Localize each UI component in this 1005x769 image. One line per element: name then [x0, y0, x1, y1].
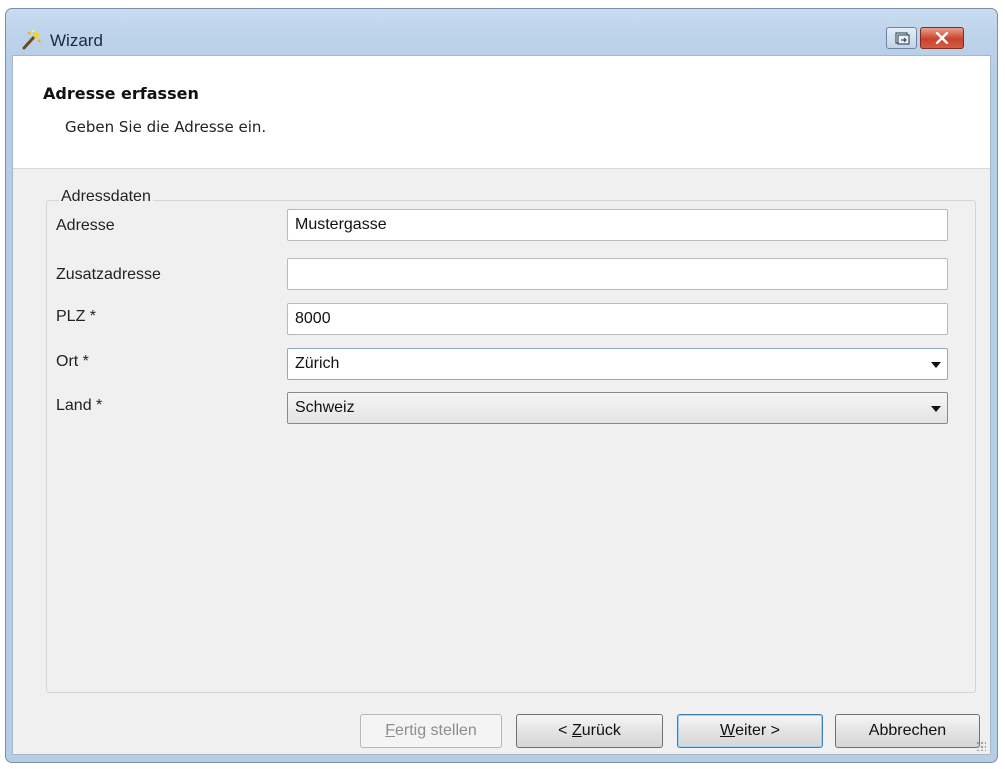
city-label: Ort * — [56, 353, 89, 370]
restore-icon — [894, 32, 910, 45]
country-combobox[interactable]: Schweiz — [287, 392, 948, 424]
address-input[interactable]: Mustergasse — [287, 209, 948, 241]
page-title: Adresse erfassen — [43, 84, 199, 103]
back-button[interactable]: < Zurück — [516, 714, 663, 748]
close-button[interactable] — [920, 27, 964, 49]
city-combobox[interactable]: Zürich — [287, 348, 948, 380]
wizard-client-area: Adresse erfassen Geben Sie die Adresse e… — [12, 55, 991, 755]
additional-address-label: Zusatzadresse — [56, 266, 161, 283]
magic-wand-icon — [22, 30, 41, 50]
next-button[interactable]: Weiter > — [677, 714, 823, 748]
country-label: Land * — [56, 397, 103, 414]
groupbox-legend: Adressdaten — [59, 188, 153, 206]
chevron-down-icon[interactable] — [931, 406, 941, 412]
country-value: Schweiz — [295, 399, 355, 416]
postal-code-label: PLZ * — [56, 308, 97, 325]
postal-code-input[interactable]: 8000 — [287, 303, 948, 335]
window-title: Wizard — [50, 31, 103, 50]
chevron-down-icon[interactable] — [931, 362, 941, 368]
address-label: Adresse — [56, 217, 115, 234]
wizard-header: Adresse erfassen Geben Sie die Adresse e… — [13, 56, 990, 169]
city-value: Zürich — [295, 355, 340, 372]
close-icon — [935, 32, 949, 44]
finish-button[interactable]: Fertig stellen — [360, 714, 502, 748]
additional-address-input[interactable] — [287, 258, 948, 290]
cancel-button[interactable]: Abbrechen — [835, 714, 980, 748]
restore-button[interactable] — [886, 27, 917, 49]
resize-grip[interactable] — [976, 741, 986, 751]
wizard-window: Wizard Adresse erfassen Geben Sie die Ad… — [5, 8, 998, 763]
page-subtitle: Geben Sie die Adresse ein. — [65, 118, 267, 136]
